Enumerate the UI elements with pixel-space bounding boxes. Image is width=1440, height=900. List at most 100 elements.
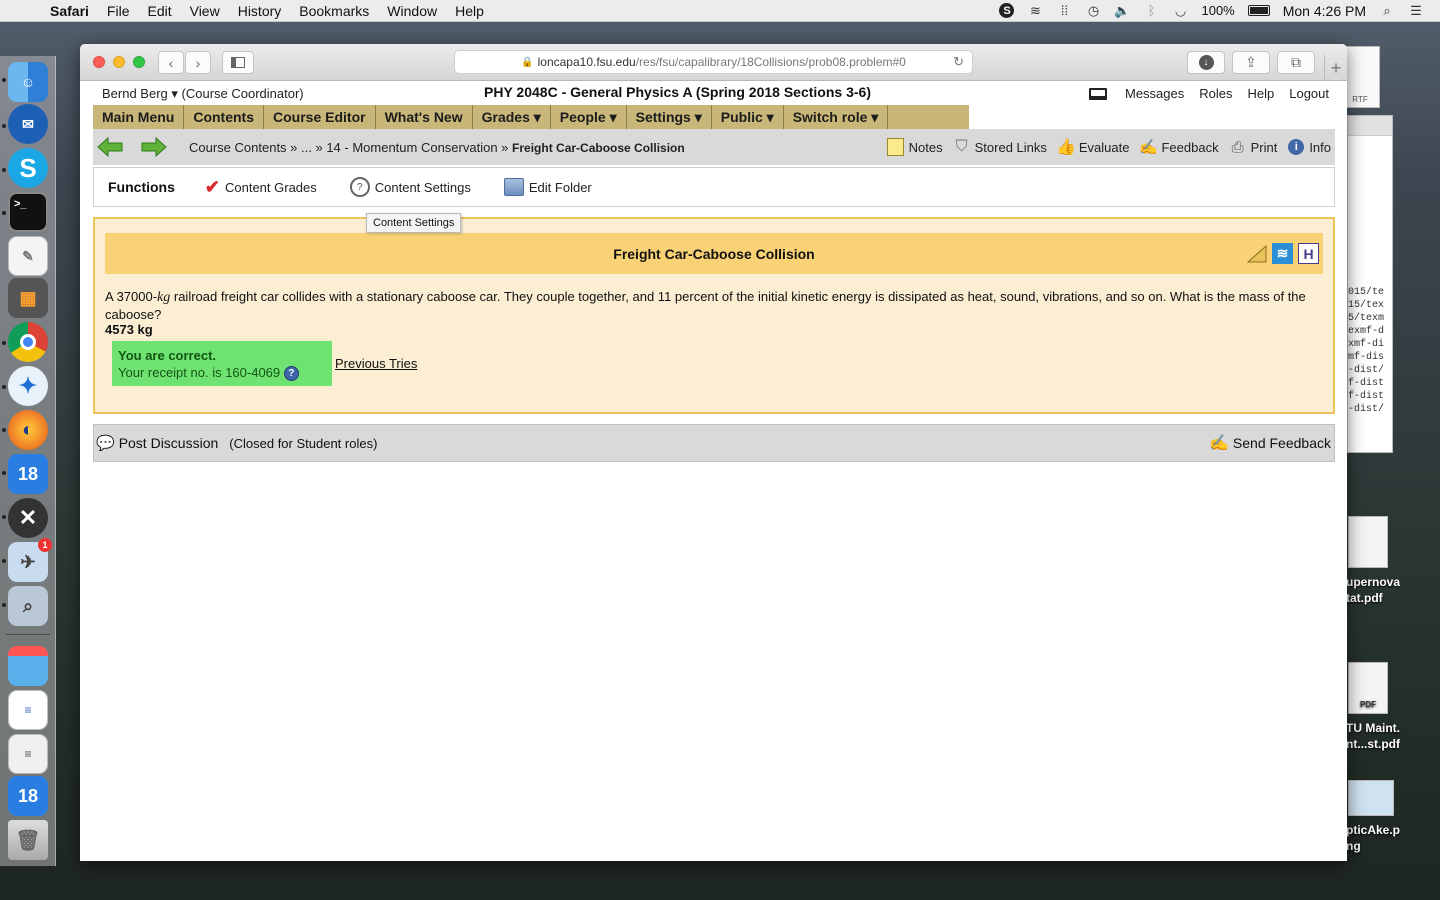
menu-public[interactable]: Public ▾ <box>712 105 784 129</box>
apple-icon[interactable] <box>18 2 36 20</box>
time-machine-icon[interactable]: ◷ <box>1085 3 1101 18</box>
sidebar-button[interactable] <box>222 51 254 74</box>
menu-switch-role[interactable]: Switch role ▾ <box>784 105 889 129</box>
desktop-file-label: TU Maint. nt...st.pdf <box>1346 721 1400 751</box>
background-terminal-window[interactable]: 015/te 15/tex 5/texm exmf-d xmf-di mf-di… <box>1347 115 1393 453</box>
menu-app-safari[interactable]: Safari <box>50 3 89 19</box>
content-grades-link[interactable]: ✔ Content Grades <box>205 177 317 198</box>
x11-icon[interactable]: ✕ <box>8 498 48 538</box>
h-icon[interactable]: H <box>1298 243 1319 264</box>
trash-icon[interactable]: 🗑 <box>8 820 48 860</box>
script-menu-icon[interactable]: ≋ <box>1027 3 1043 18</box>
post-discussion-link[interactable]: Post Discussion <box>119 435 219 451</box>
menu-people[interactable]: People ▾ <box>551 105 627 129</box>
preview-icon[interactable]: ✈ 1 <box>8 538 52 582</box>
menu-edit[interactable]: Edit <box>147 3 171 19</box>
firefox-icon[interactable]: ◐ <box>8 410 48 450</box>
close-window-button[interactable] <box>93 56 105 68</box>
checkmark-icon: ✔ <box>204 176 220 197</box>
spotlight-icon[interactable]: ⌕ <box>1379 3 1395 18</box>
bluetooth-icon[interactable]: ᛒ <box>1143 3 1159 18</box>
messages-icon[interactable] <box>1088 87 1107 100</box>
menu-view[interactable]: View <box>190 3 220 19</box>
terminal-icon[interactable]: >_ <box>8 192 48 232</box>
content-grades-label: Content Grades <box>224 179 317 195</box>
menu-history[interactable]: History <box>238 3 282 19</box>
chrome-icon[interactable] <box>8 322 48 362</box>
background-window-titlebar[interactable] <box>1348 116 1392 136</box>
menu-window[interactable]: Window <box>387 3 437 19</box>
calendar-18-icon[interactable]: 18 <box>8 454 48 494</box>
previous-resource-arrow-icon[interactable] <box>97 137 123 157</box>
notification-center-icon[interactable]: ☰ <box>1408 3 1424 18</box>
menu-help[interactable]: Help <box>455 3 484 19</box>
skype-status-icon[interactable]: S <box>999 3 1015 18</box>
volume-icon[interactable]: 🔈 <box>1114 3 1130 18</box>
minimize-window-button[interactable] <box>113 56 125 68</box>
print-tool[interactable]: ⎙ Print <box>1229 138 1278 156</box>
notes-document-icon[interactable]: ≡ <box>8 734 48 774</box>
ruler-icon[interactable] <box>1246 243 1267 264</box>
menu-contents[interactable]: Contents <box>184 105 265 129</box>
clock[interactable]: Mon 4:26 PM <box>1283 3 1366 19</box>
help-question-icon[interactable]: ? <box>283 366 299 382</box>
link-roles[interactable]: Roles <box>1199 86 1232 101</box>
safari-icon[interactable]: ✦ <box>8 366 48 406</box>
menu-whats-new[interactable]: What's New <box>376 105 473 129</box>
address-bar[interactable]: 🔒 loncapa10.fsu.edu/res/fsu/capalibrary/… <box>454 50 973 74</box>
tabs-overview-button[interactable]: ⧉ <box>1277 51 1315 74</box>
folder-icon[interactable] <box>8 646 48 686</box>
calendar-folder-icon[interactable]: 18 <box>8 776 48 816</box>
image-capture-icon[interactable]: ⌕ <box>8 586 48 626</box>
skype-icon[interactable]: S <box>8 148 48 188</box>
url-path: /res/fsu/capalibrary/18Collisions/prob08… <box>635 55 906 69</box>
downloads-button[interactable]: ↓ <box>1187 51 1225 74</box>
menu-settings[interactable]: Settings ▾ <box>627 105 712 129</box>
wifi-icon[interactable]: ◡ <box>1172 3 1188 18</box>
menu-bookmarks[interactable]: Bookmarks <box>299 3 369 19</box>
new-tab-button[interactable]: + <box>1324 55 1347 81</box>
receipt-line: Your receipt no. is 160-4069 ? <box>118 364 326 382</box>
problem-icons: ≋ H <box>1246 243 1319 264</box>
activity-meter-icon[interactable]: ⁞⁞ <box>1056 3 1072 18</box>
battery-icon[interactable] <box>1247 5 1270 16</box>
back-button[interactable]: ‹ <box>158 51 184 74</box>
user-menu[interactable]: Bernd Berg ▾ <box>102 86 178 101</box>
document-icon[interactable]: ≡ <box>8 690 48 730</box>
stored-links-tool[interactable]: ⛉ Stored Links <box>953 138 1047 156</box>
info-tool[interactable]: i Info <box>1287 138 1331 156</box>
menu-grades[interactable]: Grades ▾ <box>473 105 551 129</box>
feedback-tool[interactable]: ✍ Feedback <box>1139 138 1218 156</box>
finder-icon[interactable]: ☺ <box>8 62 48 102</box>
share-button[interactable]: ⇪ <box>1232 51 1270 74</box>
next-resource-arrow-icon[interactable] <box>141 137 167 157</box>
previous-tries-link[interactable]: Previous Tries <box>335 356 417 371</box>
zoom-window-button[interactable] <box>133 56 145 68</box>
send-feedback-link[interactable]: ✍ Send Feedback <box>1209 433 1334 453</box>
link-help[interactable]: Help <box>1247 86 1274 101</box>
thunderbird-icon[interactable]: ✉ <box>8 104 48 144</box>
textedit-icon[interactable]: ✎ <box>8 236 48 276</box>
link-messages[interactable]: Messages <box>1125 86 1184 101</box>
submitted-answer: 4573 kg <box>105 322 153 337</box>
breadcrumb-momentum[interactable]: 14 - Momentum Conservation <box>326 140 497 155</box>
running-indicator <box>2 385 6 389</box>
content-settings-link[interactable]: ? Content Settings <box>349 177 471 197</box>
menu-course-editor[interactable]: Course Editor <box>264 105 376 129</box>
calendar-day-number: 18 <box>17 463 39 484</box>
desktop-file-supernova[interactable]: upernova tat.pdf <box>1346 516 1440 606</box>
desktop-file-tu-maint[interactable]: PDF TU Maint. nt...st.pdf <box>1346 662 1440 752</box>
forward-button[interactable]: › <box>185 51 211 74</box>
breadcrumb-course-contents[interactable]: Course Contents <box>189 140 287 155</box>
notes-tool[interactable]: Notes <box>887 138 943 156</box>
desktop-file-opticake[interactable]: pticAke.p ng <box>1346 780 1440 854</box>
calculator-icon[interactable]: ▦ <box>8 278 48 318</box>
evaluate-tool[interactable]: 👍 Evaluate <box>1056 138 1130 156</box>
link-logout[interactable]: Logout <box>1289 86 1329 101</box>
reload-icon[interactable]: ↻ <box>953 54 964 70</box>
top-links: Messages Roles Help Logout <box>1088 86 1329 101</box>
edit-folder-link[interactable]: Edit Folder <box>503 178 592 196</box>
wave-icon[interactable]: ≋ <box>1272 243 1293 264</box>
menu-file[interactable]: File <box>107 3 130 19</box>
menu-main-menu[interactable]: Main Menu <box>93 105 185 129</box>
